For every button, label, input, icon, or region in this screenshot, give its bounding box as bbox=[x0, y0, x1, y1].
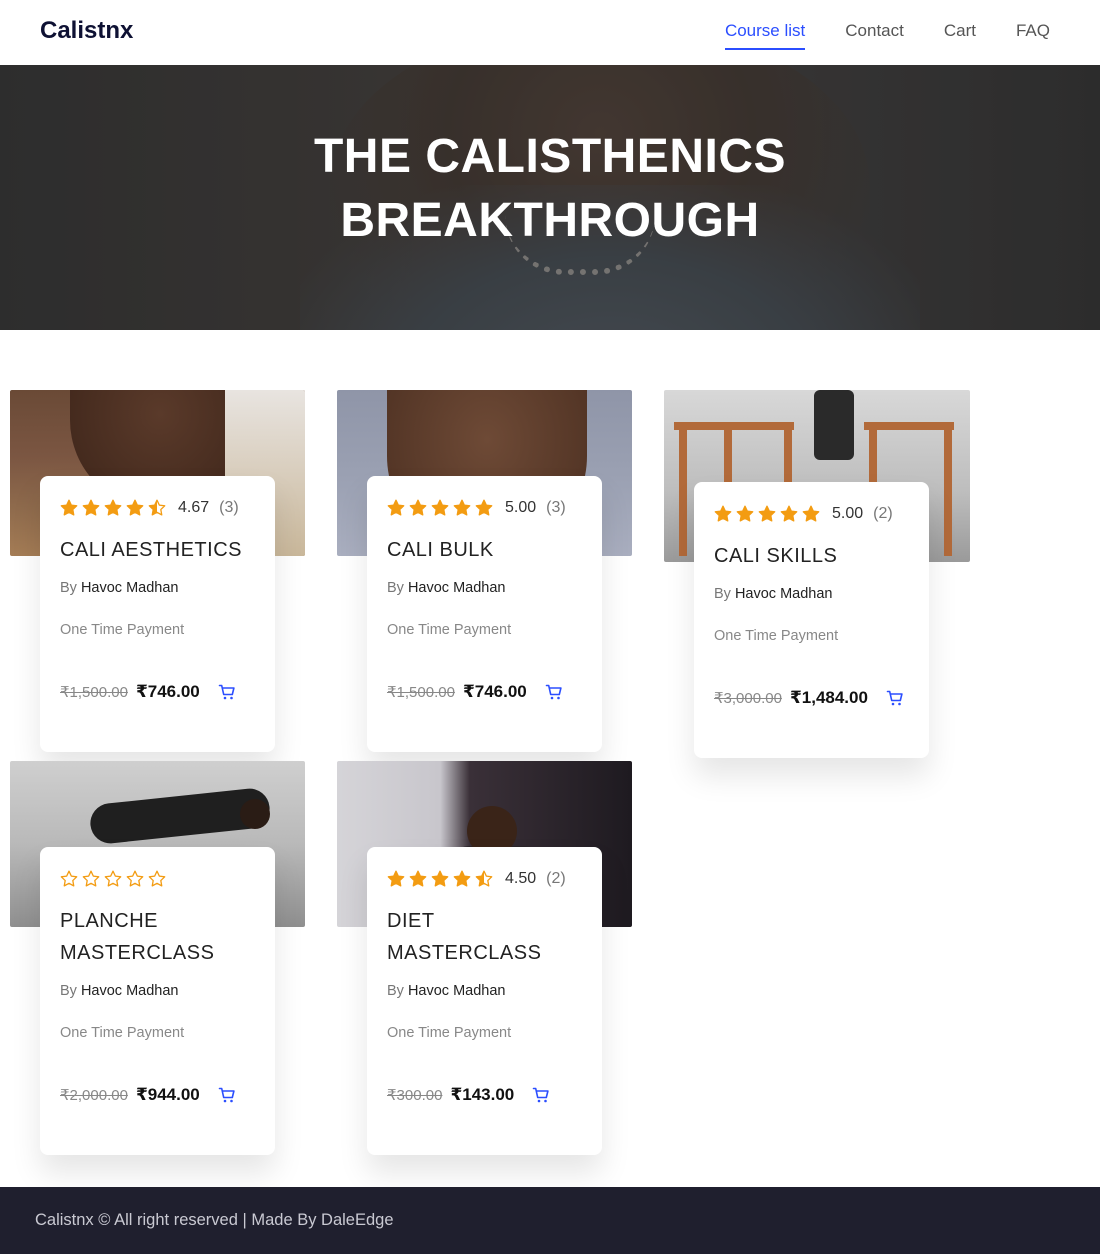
course-info-card: PLANCHE MASTERCLASS By Havoc Madhan One … bbox=[40, 847, 275, 1155]
star-full-icon bbox=[736, 505, 754, 523]
star-full-icon bbox=[431, 870, 449, 888]
price-row: ₹1,500.00 ₹746.00 bbox=[60, 682, 255, 752]
course-info-card: 4.50 (2) DIET MASTERCLASS By Havoc Madha… bbox=[367, 847, 602, 1155]
rating: 5.00 (3) bbox=[387, 496, 582, 520]
course-author: By Havoc Madhan bbox=[714, 586, 833, 602]
rating-count: (2) bbox=[873, 505, 893, 522]
star-half-icon bbox=[148, 499, 166, 517]
rating-value: 4.50 bbox=[505, 870, 537, 887]
nav-course-list[interactable]: Course list bbox=[724, 21, 806, 50]
star-full-icon bbox=[780, 505, 798, 523]
course-title[interactable]: DIET MASTERCLASS bbox=[387, 905, 582, 969]
new-price: ₹746.00 bbox=[462, 682, 527, 701]
star-empty-icon bbox=[126, 870, 144, 888]
star-full-icon bbox=[475, 499, 493, 517]
star-full-icon bbox=[82, 499, 100, 517]
course-info-card: 5.00 (3) CALI BULK By Havoc Madhan One T… bbox=[367, 476, 602, 752]
course-author: By Havoc Madhan bbox=[60, 580, 179, 596]
course-title[interactable]: CALI SKILLS bbox=[714, 540, 909, 572]
add-to-cart-icon[interactable] bbox=[532, 1086, 550, 1104]
add-to-cart-icon[interactable] bbox=[886, 689, 904, 707]
star-full-icon bbox=[714, 505, 732, 523]
payment-type: One Time Payment bbox=[714, 628, 839, 644]
star-half-icon bbox=[475, 870, 493, 888]
add-to-cart-icon[interactable] bbox=[545, 683, 563, 701]
payment-type: One Time Payment bbox=[60, 622, 185, 638]
course-title[interactable]: PLANCHE MASTERCLASS bbox=[60, 905, 255, 969]
hero-title: THE CALISTHENICS BREAKTHROUGH bbox=[313, 130, 786, 247]
star-full-icon bbox=[104, 499, 122, 517]
rating-value: 5.00 bbox=[505, 499, 537, 516]
star-rating bbox=[387, 499, 493, 517]
star-full-icon bbox=[387, 499, 405, 517]
price-row: ₹1,500.00 ₹746.00 bbox=[387, 682, 582, 752]
rating: 4.67 (3) bbox=[60, 496, 255, 520]
nav-contact[interactable]: Contact bbox=[845, 21, 904, 47]
price-row: ₹300.00 ₹143.00 bbox=[387, 1085, 582, 1155]
star-full-icon bbox=[431, 499, 449, 517]
site-footer: Calistnx © All right reserved | Made By … bbox=[0, 1187, 1100, 1254]
site-header: Calistnx Course list Contact Cart FAQ bbox=[0, 0, 1100, 65]
old-price: ₹300.00 bbox=[387, 1087, 443, 1104]
star-rating bbox=[387, 870, 493, 888]
old-price: ₹1,500.00 bbox=[387, 684, 455, 701]
main-nav: Course list Contact Cart FAQ bbox=[724, 21, 1050, 50]
nav-faq[interactable]: FAQ bbox=[1016, 21, 1050, 47]
old-price: ₹3,000.00 bbox=[714, 690, 782, 707]
star-full-icon bbox=[387, 870, 405, 888]
course-title[interactable]: CALI AESTHETICS bbox=[60, 534, 255, 566]
hero-banner: THE CALISTHENICS BREAKTHROUGH bbox=[0, 65, 1100, 330]
rating-count: (3) bbox=[219, 499, 239, 516]
course-author: By Havoc Madhan bbox=[387, 580, 506, 596]
course-author: By Havoc Madhan bbox=[60, 983, 179, 999]
course-info-card: 5.00 (2) CALI SKILLS By Havoc Madhan One… bbox=[694, 482, 929, 758]
nav-cart[interactable]: Cart bbox=[944, 21, 976, 47]
star-full-icon bbox=[453, 499, 471, 517]
old-price: ₹2,000.00 bbox=[60, 1087, 128, 1104]
price-row: ₹3,000.00 ₹1,484.00 bbox=[714, 688, 909, 758]
star-full-icon bbox=[453, 870, 471, 888]
course-title[interactable]: CALI BULK bbox=[387, 534, 582, 566]
rating-value: 4.67 bbox=[178, 499, 210, 516]
star-rating bbox=[60, 499, 166, 517]
rating: 4.50 (2) bbox=[387, 867, 582, 891]
star-full-icon bbox=[409, 499, 427, 517]
rating-count: (3) bbox=[546, 499, 566, 516]
star-full-icon bbox=[802, 505, 820, 523]
new-price: ₹143.00 bbox=[450, 1085, 515, 1104]
rating-count: (2) bbox=[546, 870, 566, 887]
footer-copyright: Calistnx © All right reserved | Made By … bbox=[35, 1211, 394, 1229]
course-author: By Havoc Madhan bbox=[387, 983, 506, 999]
new-price: ₹1,484.00 bbox=[789, 688, 868, 707]
rating-value: 5.00 bbox=[832, 505, 864, 522]
brand-logo[interactable]: Calistnx bbox=[40, 17, 133, 45]
star-rating bbox=[60, 870, 166, 888]
new-price: ₹746.00 bbox=[135, 682, 200, 701]
payment-type: One Time Payment bbox=[60, 1025, 185, 1041]
star-empty-icon bbox=[148, 870, 166, 888]
star-full-icon bbox=[758, 505, 776, 523]
course-info-card: 4.67 (3) CALI AESTHETICS By Havoc Madhan… bbox=[40, 476, 275, 752]
star-rating bbox=[714, 505, 820, 523]
payment-type: One Time Payment bbox=[387, 1025, 512, 1041]
rating bbox=[60, 867, 255, 891]
star-full-icon bbox=[60, 499, 78, 517]
star-empty-icon bbox=[104, 870, 122, 888]
star-empty-icon bbox=[60, 870, 78, 888]
star-full-icon bbox=[409, 870, 427, 888]
payment-type: One Time Payment bbox=[387, 622, 512, 638]
old-price: ₹1,500.00 bbox=[60, 684, 128, 701]
new-price: ₹944.00 bbox=[135, 1085, 200, 1104]
add-to-cart-icon[interactable] bbox=[218, 1086, 236, 1104]
rating: 5.00 (2) bbox=[714, 502, 909, 526]
star-full-icon bbox=[126, 499, 144, 517]
price-row: ₹2,000.00 ₹944.00 bbox=[60, 1085, 255, 1155]
add-to-cart-icon[interactable] bbox=[218, 683, 236, 701]
star-empty-icon bbox=[82, 870, 100, 888]
